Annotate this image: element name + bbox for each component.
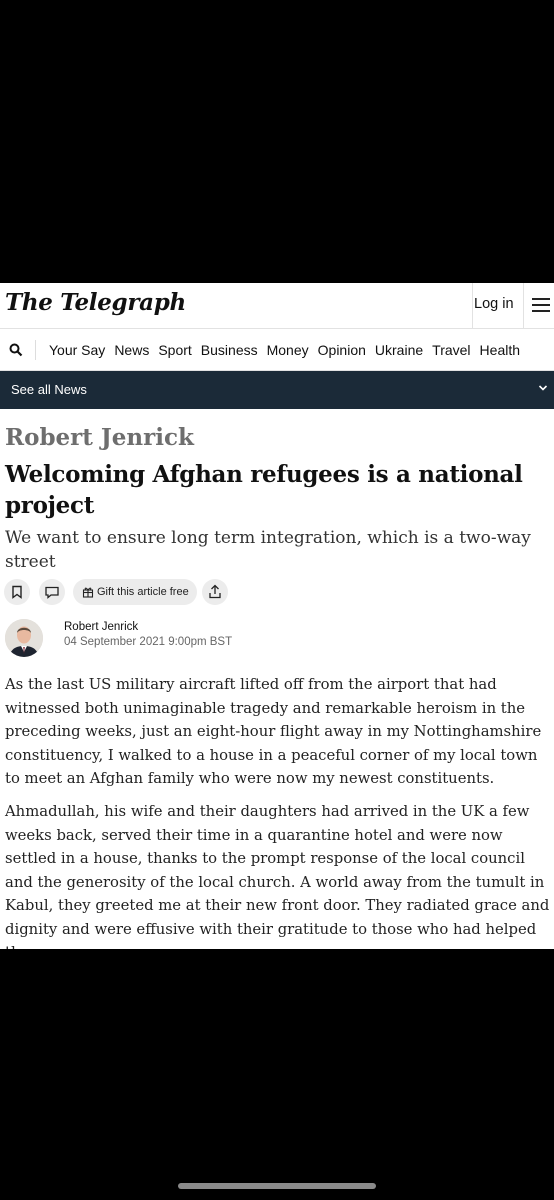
article-paragraph: As the last US military aircraft lifted … — [5, 676, 542, 787]
author-portrait — [5, 619, 43, 657]
author-avatar[interactable] — [5, 619, 43, 657]
nav-item-ukraine[interactable]: Ukraine — [375, 342, 423, 358]
byline-date: 04 September 2021 9:00pm BST — [64, 636, 233, 648]
nav-item-money[interactable]: Money — [267, 342, 309, 358]
nav-item-your-say[interactable]: Your Say — [49, 342, 105, 358]
nav-items: Your Say News Sport Business Money Opinion Ukr… — [49, 342, 529, 358]
masthead: The Telegraph Log in — [0, 283, 554, 329]
menu-icon[interactable] — [532, 298, 550, 312]
search-icon[interactable] — [9, 343, 23, 357]
nav-item-news[interactable]: News — [114, 342, 149, 358]
see-all-news-bar[interactable]: See all News — [0, 371, 554, 409]
gift-article-button[interactable]: Gift this article free — [73, 579, 197, 605]
nav-item-business[interactable]: Business — [201, 342, 258, 358]
article-paragraph: Ahmadullah, his wife and their daughters… — [5, 803, 550, 949]
home-indicator[interactable] — [178, 1183, 376, 1189]
chevron-down-icon — [538, 385, 548, 391]
byline-name[interactable]: Robert Jenrick — [64, 621, 138, 633]
share-icon — [209, 584, 221, 599]
share-button[interactable] — [202, 579, 228, 605]
gift-icon — [82, 587, 94, 598]
bookmark-button[interactable] — [4, 579, 30, 605]
comment-icon — [45, 586, 59, 599]
telegraph-logo[interactable]: The Telegraph — [5, 289, 186, 316]
gift-article-label: Gift this article free — [97, 586, 189, 598]
nav-item-travel[interactable]: Travel — [432, 342, 470, 358]
nav-divider — [35, 340, 36, 360]
nav-item-opinion[interactable]: Opinion — [318, 342, 366, 358]
nav-fade — [524, 329, 554, 370]
section-nav: Your Say News Sport Business Money Opinion Ukr… — [0, 329, 554, 371]
see-all-news-label: See all News — [11, 382, 87, 397]
author-kicker[interactable]: Robert Jenrick — [5, 424, 194, 451]
nav-item-health[interactable]: Health — [480, 342, 520, 358]
comments-button[interactable] — [39, 579, 65, 605]
nav-item-sport[interactable]: Sport — [158, 342, 191, 358]
bookmark-icon — [12, 585, 22, 599]
login-link[interactable]: Log in — [474, 296, 514, 312]
article-page: The Telegraph Log in Your Say News Sport Bu… — [0, 283, 554, 949]
article-headline: Welcoming Afghan refugees is a national … — [5, 461, 523, 519]
article-standfirst: We want to ensure long term integration,… — [5, 528, 531, 572]
